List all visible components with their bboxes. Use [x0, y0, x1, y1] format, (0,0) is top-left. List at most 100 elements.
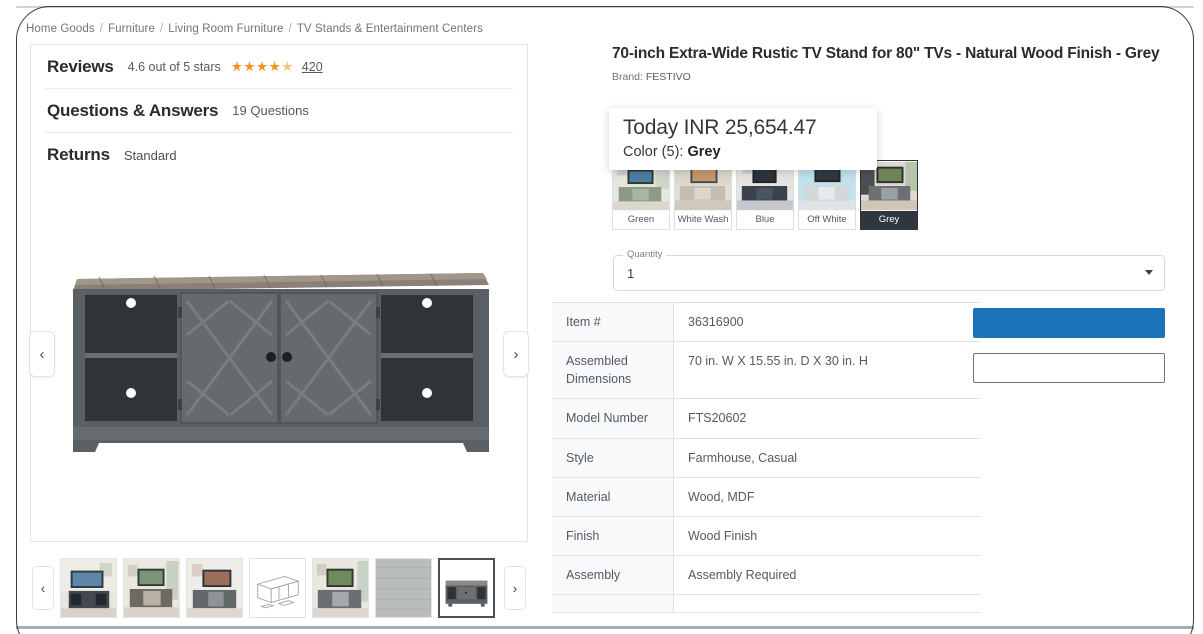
price-text: Today INR 25,654.47 [623, 116, 817, 139]
table-row: Assembly Assembly Required [552, 555, 980, 595]
spec-value: 70 in. W X 15.55 in. D X 30 in. H [688, 354, 868, 369]
swatch-label: Blue [737, 211, 793, 229]
thumbnail-item-6[interactable] [375, 558, 432, 618]
returns-label: Returns [47, 145, 110, 164]
thumbnail-image [124, 559, 179, 617]
thumbnail-item-5[interactable] [312, 558, 369, 618]
color-swatch-off-white[interactable]: Off White [798, 160, 856, 230]
product-info-rows: Reviews 4.6 out of 5 stars ★★★★★ 420 Que… [31, 45, 527, 177]
spec-key [552, 595, 674, 612]
chevron-right-icon: › [513, 345, 519, 363]
table-row: Finish Wood Finish [552, 516, 980, 556]
questions-answers-row: Questions & Answers 19 Questions [45, 89, 513, 133]
thumbnail-item-2[interactable] [123, 558, 180, 618]
chevron-down-icon[interactable] [1145, 270, 1153, 275]
spec-value: 36316900 [688, 315, 744, 329]
page-margin-left [0, 0, 16, 634]
reviews-rating-text: 4.6 out of 5 stars [127, 59, 221, 74]
reviews-label: Reviews [47, 56, 114, 76]
breadcrumb-separator: / [99, 23, 104, 35]
review-count-link[interactable]: 420 [302, 60, 323, 74]
chevron-left-icon: ‹ [39, 345, 45, 363]
brand-name[interactable]: FESTIVO [646, 71, 691, 83]
questions-answers-label: Questions & Answers [47, 100, 219, 120]
chevron-left-icon: ‹ [40, 580, 46, 596]
color-swatch-grey[interactable]: Grey [860, 160, 918, 230]
hero-image-carousel: ‹ › [29, 185, 529, 523]
hero-product-image[interactable] [59, 249, 499, 459]
thumbnail-item-7[interactable] [438, 558, 495, 618]
page-margin-right [1194, 0, 1203, 634]
color-line: Color (5): Grey [623, 144, 863, 160]
spec-key: Model Number [552, 399, 674, 438]
thumbnail-texture-swatch [376, 559, 431, 617]
thumbnail-strip: ‹ › [30, 552, 528, 624]
spec-value: FTS20602 [688, 411, 747, 426]
breadcrumb-item-tv-stands[interactable]: TV Stands & Entertainment Centers [297, 23, 483, 35]
price-color-overlay-card: Today INR 25,654.47 Color (5): Grey [609, 108, 877, 170]
color-swatch-white-wash[interactable]: White Wash [674, 160, 732, 230]
questions-count[interactable]: 19 Questions [232, 103, 309, 118]
chevron-right-icon: › [512, 580, 518, 596]
quantity-select[interactable]: Quantity 1 [613, 249, 1165, 291]
thumbnail-item-3[interactable] [186, 558, 243, 618]
frame-top-shade [16, 6, 1194, 8]
color-swatch-list: Green White Wash Blue Off White Grey [612, 160, 918, 230]
breadcrumb-item-home-goods[interactable]: Home Goods [26, 23, 95, 35]
spec-value [674, 595, 980, 612]
table-row-partial [552, 595, 980, 613]
spec-value: Assembly Required [688, 567, 797, 582]
product-title: 70-inch Extra-Wide Rustic TV Stand for 8… [612, 45, 1160, 62]
spec-value: Wood Finish [688, 528, 758, 543]
table-row: Material Wood, MDF [552, 477, 980, 517]
hero-prev-button[interactable]: ‹ [29, 331, 55, 377]
right-product-panel: 70-inch Extra-Wide Rustic TV Stand for 8… [612, 44, 1174, 83]
brand-label: Brand: [612, 71, 643, 84]
secondary-action-button[interactable] [973, 353, 1165, 383]
hero-next-button[interactable]: › [503, 331, 529, 377]
table-row: Model Number FTS20602 [552, 399, 980, 439]
returns-value: Standard [123, 147, 177, 163]
stars-full: ★★★★ [230, 58, 282, 74]
breadcrumb-separator: / [288, 23, 292, 35]
star-rating-icon: ★★★★★ [231, 59, 294, 75]
thumbstrip-prev-button[interactable]: ‹ [32, 566, 54, 610]
table-row: Style Farmhouse, Casual [552, 438, 980, 478]
star-half-icon: ★ [281, 58, 294, 74]
spec-value: Wood, MDF [688, 489, 755, 504]
returns-row: Returns Standard [45, 133, 513, 177]
thumbnail-image [187, 559, 242, 617]
breadcrumb-separator: / [159, 23, 164, 35]
swatch-label: Grey [861, 211, 917, 229]
spec-value: Farmhouse, Casual [688, 450, 798, 465]
breadcrumb: Home Goods / Furniture / Living Room Furnitu… [26, 23, 483, 35]
specification-table: Item # 36316900 Assembled Dimensions 70 … [552, 302, 980, 613]
quantity-label: Quantity [623, 249, 667, 260]
color-swatch-green[interactable]: Green [612, 160, 670, 230]
spec-key: Assembled Dimensions [552, 342, 674, 399]
thumbnail-item-1[interactable] [60, 558, 117, 618]
table-row: Item # 36316900 [552, 303, 980, 343]
spec-key: Material [552, 477, 674, 516]
page-root: Home Goods / Furniture / Living Room Furnitu… [0, 0, 1203, 634]
breadcrumb-item-furniture[interactable]: Furniture [108, 23, 155, 35]
table-row: Assembled Dimensions 70 in. W X 15.55 in… [552, 342, 980, 400]
color-swatch-blue[interactable]: Blue [736, 160, 794, 230]
spec-key: Finish [552, 516, 674, 555]
thumbnail-list [60, 558, 498, 618]
thumbnail-line-drawing [250, 559, 305, 617]
thumbstrip-next-button[interactable]: › [504, 566, 526, 610]
color-label: Color (5): [623, 143, 684, 160]
spec-key: Style [552, 438, 674, 477]
thumbnail-image [313, 559, 368, 617]
add-to-cart-button[interactable] [973, 308, 1165, 338]
swatch-label: Off White [799, 211, 855, 229]
brand-line: Brand: FESTIVO [612, 71, 1174, 83]
spec-key: Assembly [552, 555, 674, 594]
color-value: Grey [687, 143, 721, 160]
thumbnail-item-4[interactable] [249, 558, 306, 618]
swatch-label: Green [613, 211, 669, 229]
thumbnail-product-image [440, 560, 493, 616]
breadcrumb-item-living-room-furniture[interactable]: Living Room Furniture [168, 23, 283, 35]
spec-key: Item # [552, 303, 674, 342]
